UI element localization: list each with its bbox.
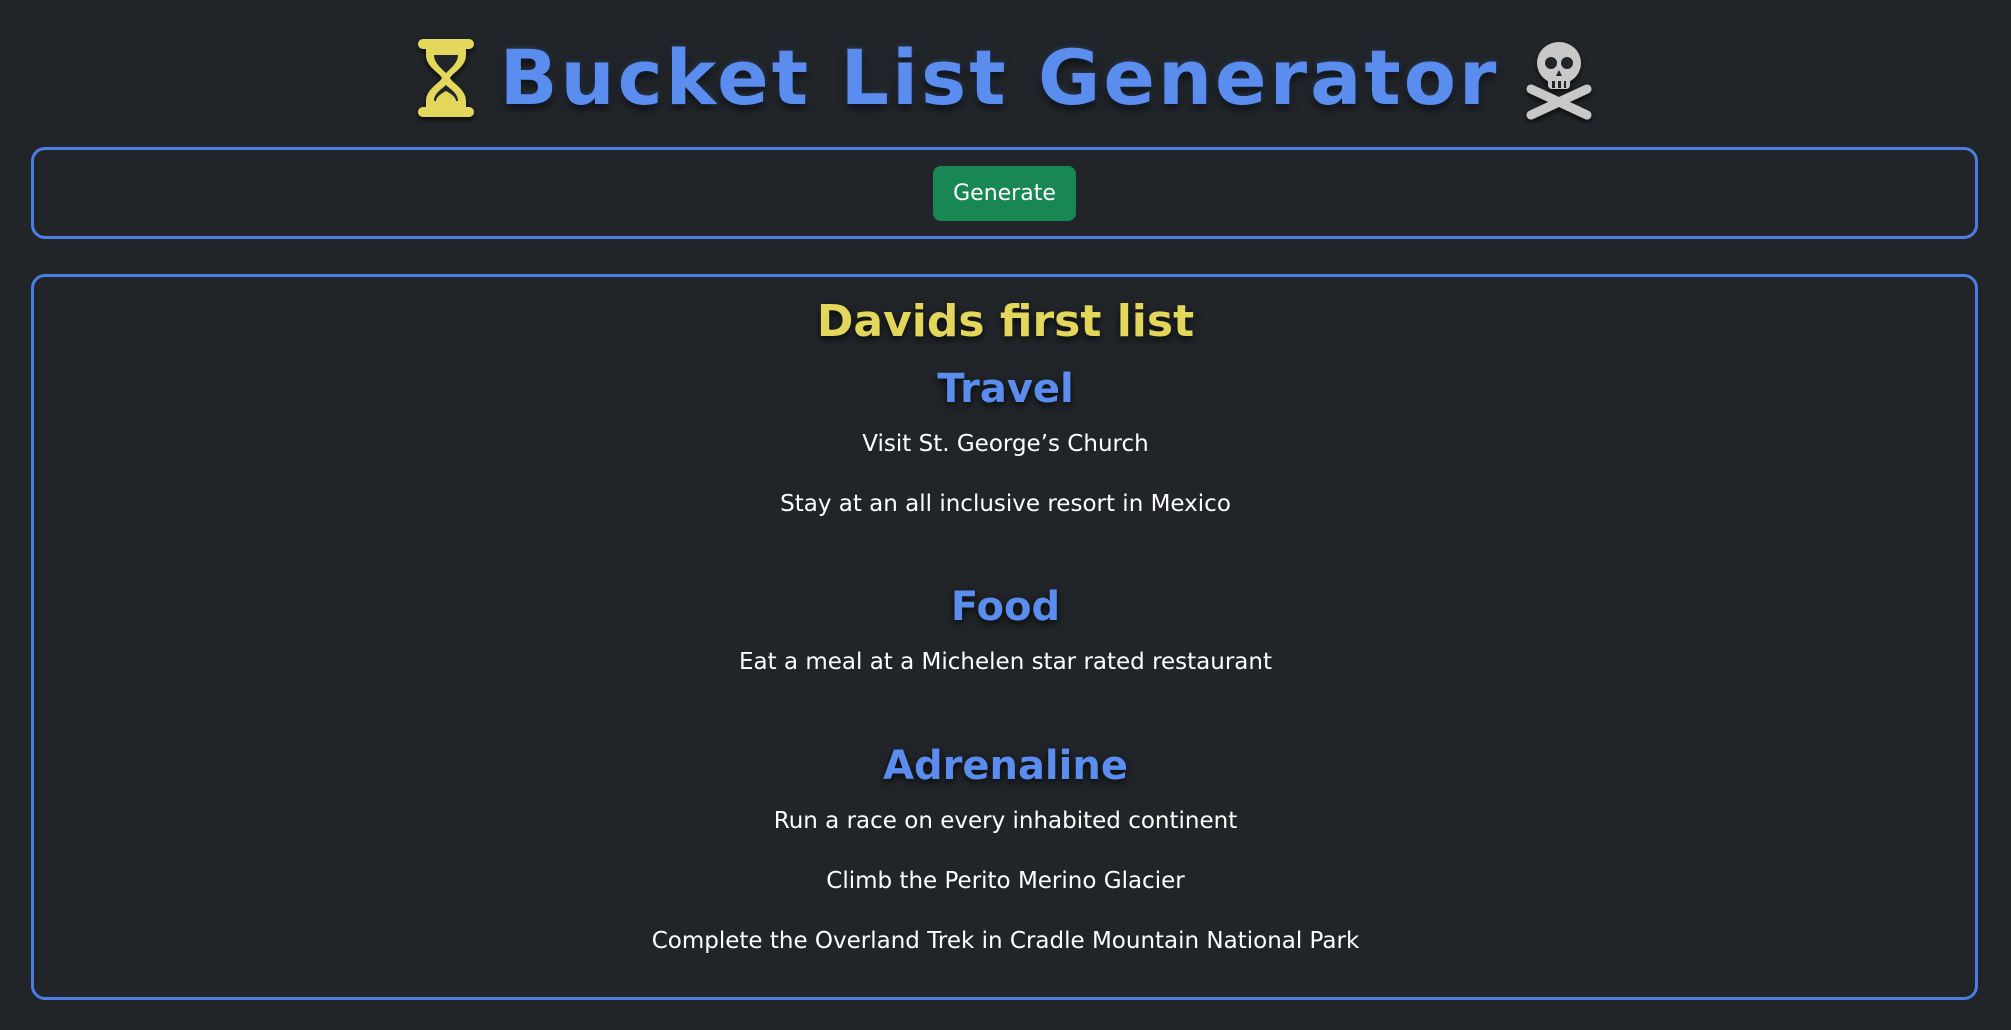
category-heading-travel: Travel	[937, 366, 1074, 412]
list-item: Eat a meal at a Michelen star rated rest…	[739, 649, 1272, 675]
page-header: Bucket List Generator	[0, 28, 2011, 128]
list-title: Davids first list	[816, 296, 1195, 347]
list-item: Climb the Perito Merino Glacier	[826, 868, 1185, 894]
hourglass-icon	[417, 39, 474, 117]
list-item: Run a race on every inhabited continent	[773, 808, 1238, 834]
category-heading-food: Food	[950, 584, 1061, 630]
list-item: Stay at an all inclusive resort in Mexic…	[780, 491, 1231, 517]
skull-crossbones-icon	[1526, 42, 1592, 120]
list-item: Complete the Overland Trek in Cradle Mou…	[651, 928, 1360, 954]
page: Bucket List Generator Generate Davids fi…	[0, 0, 2011, 1030]
list-item: Visit St. George’s Church	[862, 431, 1149, 457]
app-title: Bucket List Generator	[499, 33, 1500, 122]
generate-button[interactable]: Generate	[933, 165, 1076, 221]
category-heading-adrenaline: Adrenaline	[883, 743, 1128, 789]
controls-panel: Generate	[31, 147, 1978, 239]
